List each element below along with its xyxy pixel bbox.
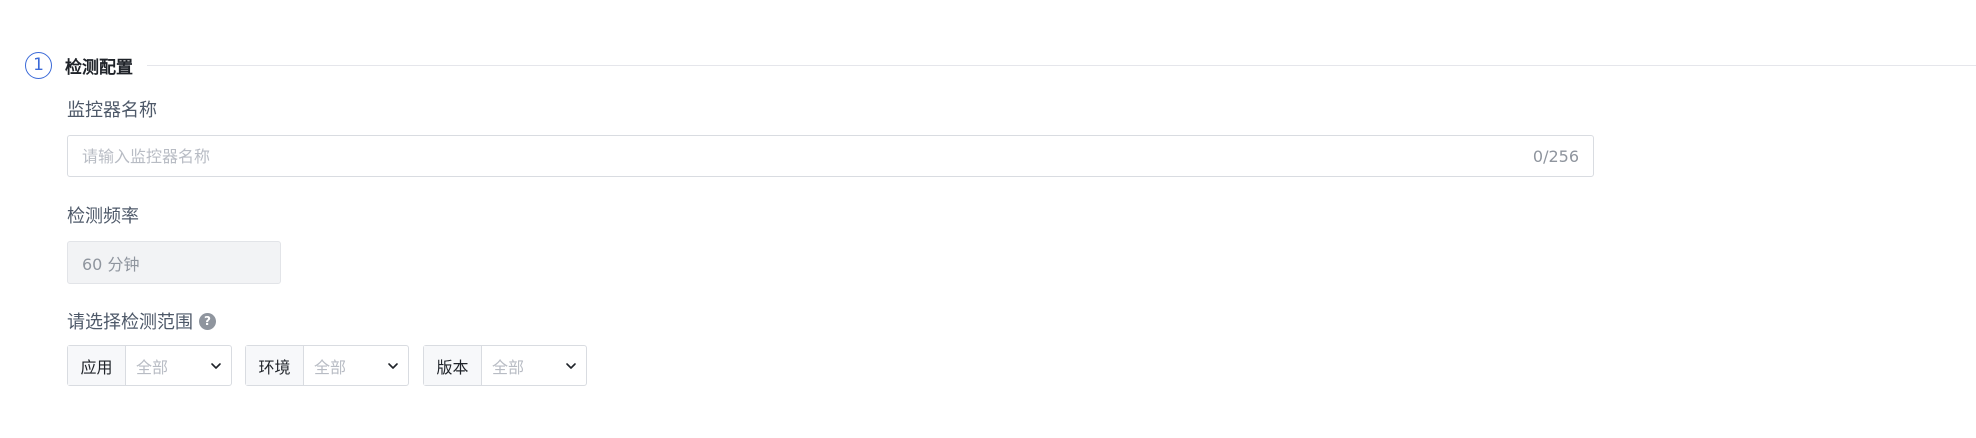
frequency-label: 检测频率 xyxy=(67,206,139,227)
step-number-badge: 1 xyxy=(25,51,52,79)
env-select[interactable]: 环境 全部 xyxy=(245,345,409,386)
monitor-name-field[interactable]: 0/256 xyxy=(67,135,1594,177)
chevron-down-icon xyxy=(209,359,223,373)
version-select-prefix: 版本 xyxy=(424,346,482,385)
step-divider xyxy=(147,64,1976,66)
app-select-prefix: 应用 xyxy=(68,346,126,385)
env-select-prefix: 环境 xyxy=(246,346,304,385)
detection-config-page: 1 检测配置 监控器名称 0/256 检测频率 60 分钟 请选择检测范围 ? … xyxy=(0,0,1976,438)
app-select[interactable]: 应用 全部 xyxy=(67,345,232,386)
scope-label-row: 请选择检测范围 ? xyxy=(67,308,216,334)
app-select-value: 全部 xyxy=(136,357,169,377)
step-header: 1 检测配置 xyxy=(25,50,1976,80)
question-circle-icon[interactable]: ? xyxy=(199,312,216,330)
env-select-dropdown[interactable]: 全部 xyxy=(304,346,408,385)
version-select-dropdown[interactable]: 全部 xyxy=(482,346,586,385)
chevron-down-icon xyxy=(386,359,400,373)
monitor-name-input[interactable] xyxy=(68,136,1533,176)
app-select-dropdown[interactable]: 全部 xyxy=(126,346,231,385)
env-select-value: 全部 xyxy=(314,357,347,377)
scope-label: 请选择检测范围 xyxy=(67,312,193,333)
frequency-value: 60 分钟 xyxy=(67,241,281,284)
chevron-down-icon xyxy=(564,359,578,373)
version-select[interactable]: 版本 全部 xyxy=(423,345,587,386)
char-counter: 0/256 xyxy=(1532,146,1579,166)
version-select-value: 全部 xyxy=(492,357,525,377)
monitor-name-label: 监控器名称 xyxy=(67,100,157,121)
step-title: 检测配置 xyxy=(65,57,133,78)
